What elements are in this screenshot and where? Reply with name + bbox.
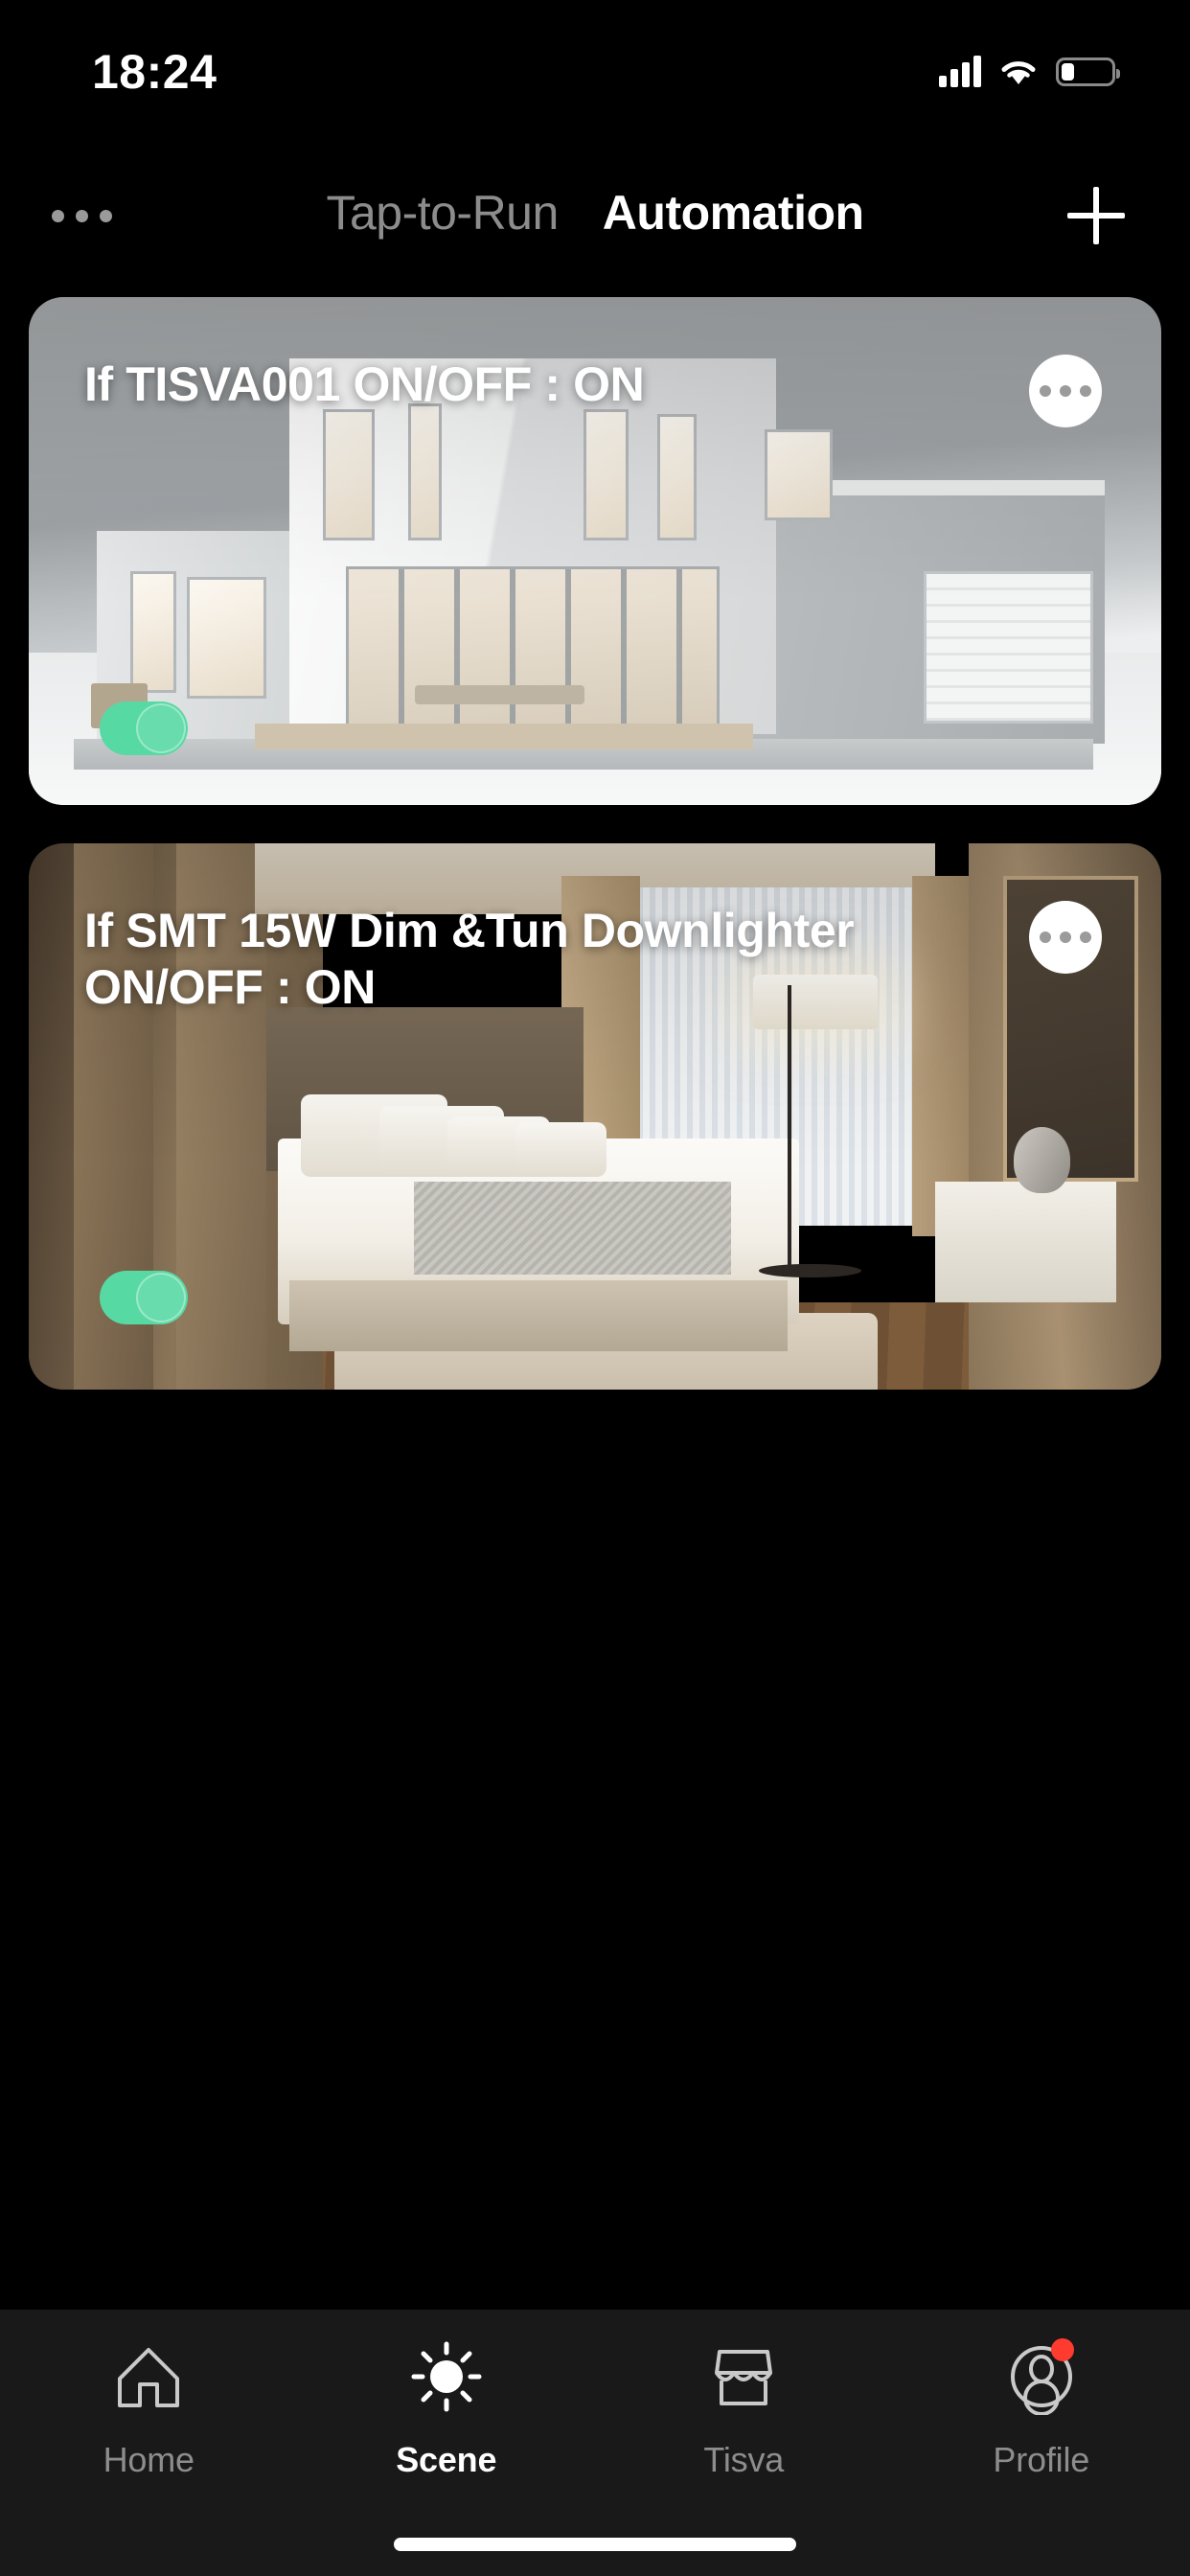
wifi-icon xyxy=(1001,61,1036,84)
more-horizontal-icon[interactable] xyxy=(1029,901,1102,974)
notification-badge xyxy=(1050,2338,1074,2361)
store-icon xyxy=(701,2334,786,2419)
nav-item-home[interactable]: Home xyxy=(0,2334,298,2501)
status-bar: 18:24 xyxy=(0,0,1190,144)
page-header: Tap-to-Run Automation xyxy=(0,163,1190,268)
more-options-icon[interactable] xyxy=(29,182,134,249)
home-indicator[interactable] xyxy=(394,2538,796,2551)
nav-label-profile: Profile xyxy=(993,2440,1090,2479)
nav-label-tisva: Tisva xyxy=(703,2440,785,2479)
automation-list: If TISVA001 ON/OFF : ON If SMT 15W Dim &… xyxy=(0,297,1190,1428)
battery-low-icon xyxy=(1056,58,1120,86)
nav-item-tisva[interactable]: Tisva xyxy=(595,2334,893,2501)
nav-label-home: Home xyxy=(103,2440,195,2479)
automation-toggle[interactable] xyxy=(100,702,188,755)
nav-item-profile[interactable]: Profile xyxy=(893,2334,1190,2501)
automation-card-title: If SMT 15W Dim &Tun Downlighter ON/OFF :… xyxy=(84,904,855,1014)
automation-card[interactable]: If SMT 15W Dim &Tun Downlighter ON/OFF :… xyxy=(29,843,1161,1390)
plus-icon[interactable] xyxy=(1050,170,1142,262)
user-circle-icon xyxy=(999,2334,1084,2419)
app-screen: 18:24 Tap-to-Run Automation If TISVA001 … xyxy=(0,0,1190,2576)
automation-card[interactable]: If TISVA001 ON/OFF : ON xyxy=(29,297,1161,805)
tab-automation[interactable]: Automation xyxy=(603,185,864,241)
toggle-knob xyxy=(136,703,186,753)
status-bar-indicators xyxy=(939,56,1120,87)
more-horizontal-icon[interactable] xyxy=(1029,355,1102,427)
scene-tabs: Tap-to-Run Automation xyxy=(326,185,864,241)
status-bar-clock: 18:24 xyxy=(92,45,217,99)
tab-tap-to-run[interactable]: Tap-to-Run xyxy=(326,185,559,241)
nav-item-scene[interactable]: Scene xyxy=(298,2334,596,2501)
house-icon xyxy=(106,2334,191,2419)
bottom-navigation-bar: Home Scene Tisva Profile xyxy=(0,2310,1190,2576)
automation-toggle[interactable] xyxy=(100,1271,188,1324)
automation-card-title: If TISVA001 ON/OFF : ON xyxy=(84,357,645,411)
nav-label-scene: Scene xyxy=(396,2440,497,2479)
cellular-signal-icon xyxy=(939,56,981,87)
toggle-knob xyxy=(136,1273,186,1322)
sun-icon xyxy=(404,2334,489,2419)
